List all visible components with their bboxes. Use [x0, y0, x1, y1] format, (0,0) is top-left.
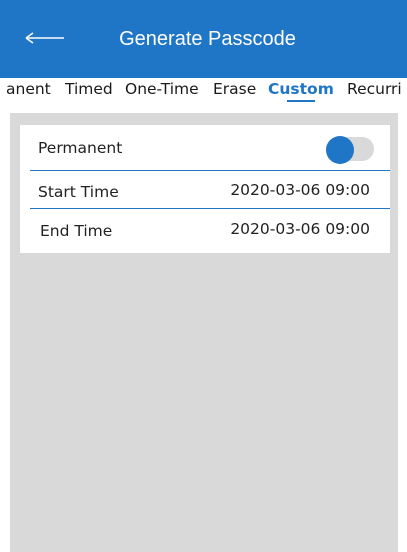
tab-custom[interactable]: Custom [268, 78, 334, 112]
start-time-value: 2020-03-06 09:00 [230, 181, 370, 199]
toggle-knob [326, 136, 354, 164]
tab-permanent[interactable]: anent [6, 78, 51, 112]
tab-one-time[interactable]: One-Time [125, 78, 199, 112]
permanent-label: Permanent [38, 139, 123, 157]
active-tab-indicator [287, 100, 315, 102]
page-title: Generate Passcode [119, 28, 296, 50]
start-time-row[interactable]: Start Time 2020-03-06 09:00 [20, 171, 390, 213]
passcode-type-tabs: anent Timed One-Time Erase Custom Recurr… [0, 78, 407, 112]
tab-erase[interactable]: Erase [213, 78, 256, 112]
app-bar: Generate Passcode [0, 0, 407, 78]
permanent-toggle[interactable] [326, 136, 374, 164]
end-time-row[interactable]: End Time 2020-03-06 09:00 [20, 209, 390, 251]
permanent-row: Permanent [20, 127, 390, 169]
end-time-label: End Time [40, 222, 113, 240]
tab-recurring[interactable]: Recurri [347, 78, 402, 112]
passcode-settings-card: Permanent Start Time 2020-03-06 09:00 En… [20, 125, 390, 253]
tab-timed[interactable]: Timed [65, 78, 113, 112]
start-time-label: Start Time [38, 183, 119, 201]
end-time-value: 2020-03-06 09:00 [230, 220, 370, 238]
